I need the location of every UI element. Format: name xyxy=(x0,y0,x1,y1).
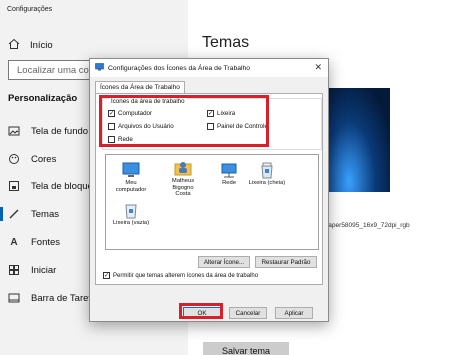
icon-meu-computador[interactable]: Meu computador xyxy=(112,161,150,193)
ok-button-highlight xyxy=(179,303,223,319)
icon-label: Rede xyxy=(222,180,236,186)
page-title: Temas xyxy=(202,34,250,51)
sidebar-item-label: Cores xyxy=(31,153,57,165)
allow-themes-label: Permitir que temas alterem ícones da áre… xyxy=(113,272,259,279)
theme-preview-image xyxy=(322,88,390,192)
network-icon xyxy=(221,163,237,178)
icon-rede[interactable]: Rede xyxy=(210,161,248,187)
close-icon[interactable]: ✕ xyxy=(314,62,322,73)
desktop-icons-list: Meu computador Matheus Bigogno Costa Red… xyxy=(105,154,319,250)
dialog-app-icon xyxy=(95,63,104,73)
font-icon: A xyxy=(10,236,18,248)
icon-label: Matheus Bigogno Costa xyxy=(171,178,195,198)
home-icon xyxy=(8,38,20,53)
icon-label: Lixeira (cheia) xyxy=(248,180,286,186)
checkbox-group-highlight xyxy=(99,95,269,147)
dialog-titlebar: Configurações dos Ícones da Área de Trab… xyxy=(90,59,328,77)
recycle-bin-empty-icon xyxy=(125,204,137,219)
recycle-bin-full-icon xyxy=(261,162,273,179)
save-theme-button[interactable]: Salvar tema xyxy=(203,342,289,355)
restore-default-button[interactable]: Restaurar Padrão xyxy=(255,256,317,268)
check-icon: ✓ xyxy=(103,272,110,279)
lock-screen-icon xyxy=(8,180,20,192)
dialog-title: Configurações dos Ícones da Área de Trab… xyxy=(108,64,251,72)
computer-icon xyxy=(122,162,140,177)
brush-icon xyxy=(8,208,20,220)
sidebar-item-label: Tela de fundo xyxy=(31,125,89,137)
palette-icon xyxy=(8,153,20,165)
cancel-button[interactable]: Cancelar xyxy=(229,307,267,319)
wallpaper-name: ıllpaper58095_16x9_72dpi_rgb xyxy=(320,222,410,229)
start-icon xyxy=(8,264,20,276)
icon-label: Lixeira (vazia) xyxy=(112,220,150,226)
icon-matheus-bigogno-costa[interactable]: Matheus Bigogno Costa xyxy=(164,159,202,198)
taskbar-icon xyxy=(8,292,20,304)
app-title: Configurações xyxy=(7,6,53,13)
apply-button[interactable]: Aplicar xyxy=(275,307,313,319)
user-folder-icon xyxy=(174,162,192,176)
section-heading: Personalização xyxy=(8,93,78,104)
sidebar-item-label: Fontes xyxy=(31,236,61,248)
image-icon xyxy=(8,125,20,137)
allow-themes-checkbox[interactable]: ✓ Permitir que temas alterem ícones da á… xyxy=(103,272,258,279)
icon-lixeira-vazia[interactable]: Lixeira (vazia) xyxy=(112,201,150,227)
change-icon-button[interactable]: Alterar Ícone... xyxy=(198,256,250,268)
sidebar-item-label: Temas xyxy=(31,208,59,220)
sidebar-item-label: Iniciar xyxy=(31,264,57,276)
home-link[interactable]: Início xyxy=(8,38,53,53)
home-label: Início xyxy=(30,40,53,51)
icon-lixeira-cheia[interactable]: Lixeira (cheia) xyxy=(248,161,286,187)
icon-label: Meu computador xyxy=(115,180,147,193)
